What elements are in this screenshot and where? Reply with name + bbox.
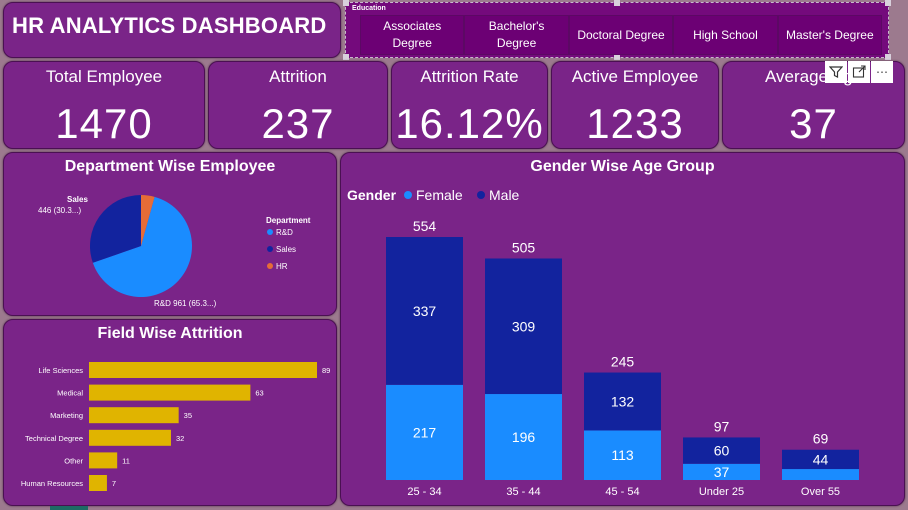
department-pie-panel: Department Wise Employee R&D 961 (65.3..… (3, 152, 337, 316)
resize-handle[interactable] (885, 54, 891, 60)
slicer-title: Education (352, 5, 386, 12)
bar (89, 362, 317, 378)
category-label: 35 - 44 (506, 486, 540, 498)
legend-marker (477, 191, 485, 199)
bar (89, 429, 171, 446)
data-label-female: 217 (413, 424, 437, 440)
data-label: 32 (176, 434, 184, 443)
data-label-male: 309 (512, 318, 536, 334)
category-label: Human Resources (21, 479, 83, 488)
resize-handle[interactable] (343, 0, 349, 6)
slicer-item-bachelors[interactable]: Bachelor's Degree (464, 15, 569, 55)
data-label-total: 505 (512, 239, 536, 255)
legend-item: Male (489, 187, 520, 203)
visual-toolbar: ⋯ (825, 61, 893, 83)
bar (89, 384, 251, 401)
kpi-value: 1233 (586, 100, 684, 147)
kpi-active-employee: Active Employee 1233 (551, 61, 719, 149)
pie-data-label: 446 (30.3...) (38, 206, 81, 215)
focus-mode-icon[interactable] (848, 61, 870, 83)
legend-marker (267, 229, 273, 235)
kpi-label: Total Employee (45, 67, 163, 86)
bar (89, 407, 179, 424)
kpi-value: 237 (261, 100, 335, 147)
category-label: Medical (57, 389, 83, 398)
category-label: Over 55 (801, 486, 840, 498)
legend-title: Department (266, 216, 311, 225)
data-label-total: 554 (413, 218, 437, 234)
pie-data-label: Sales (67, 195, 88, 204)
kpi-value: 37 (789, 100, 838, 147)
slicer-item-doctoral[interactable]: Doctoral Degree (568, 15, 674, 55)
data-label-male: 44 (813, 451, 829, 467)
data-label-total: 97 (714, 418, 730, 434)
data-label-female: 37 (714, 464, 730, 480)
kpi-label: Attrition (269, 67, 327, 86)
data-label-total: 245 (611, 354, 635, 370)
legend-marker (267, 246, 273, 252)
resize-handle[interactable] (885, 0, 891, 6)
kpi-value: 1470 (55, 100, 153, 147)
category-label: Marketing (50, 411, 83, 420)
kpi-label: Attrition Rate (420, 67, 519, 86)
legend-marker (404, 191, 412, 199)
legend-marker (267, 263, 273, 269)
kpi-attrition: Attrition 237 (208, 61, 388, 149)
category-label: Life Sciences (38, 366, 83, 375)
field-attrition-chart: Life Sciences 89 Medical 63 Marketing 35 Techn… (21, 362, 330, 491)
resize-handle[interactable] (343, 54, 349, 60)
category-label: 25 - 34 (407, 486, 441, 498)
legend-item: R&D (276, 228, 293, 237)
slicer-item-masters[interactable]: Master's Degree (777, 15, 883, 55)
legend-item: Female (416, 187, 463, 203)
filter-icon[interactable] (825, 61, 847, 83)
legend-title: Gender (347, 187, 397, 203)
data-label: 7 (112, 479, 116, 488)
data-label-male: 60 (714, 443, 730, 459)
gender-age-chart: Gender Female Male 217 337 554 25 - 34 196 309 50… (347, 187, 859, 498)
category-label: 45 - 54 (605, 486, 639, 498)
kpi-total-employee: Total Employee 1470 (3, 61, 205, 149)
category-label: Other (64, 456, 83, 465)
data-label: 11 (122, 456, 130, 465)
legend-item: Sales (276, 245, 296, 254)
more-options-icon[interactable]: ⋯ (871, 61, 893, 83)
resize-handle[interactable] (614, 0, 620, 6)
gender-age-panel: Gender Wise Age Group Gender Female Male 21… (340, 152, 905, 506)
dashboard-title: HR ANALYTICS DASHBOARD (12, 13, 327, 38)
kpi-attrition-rate: Attrition Rate 16.12% (391, 61, 548, 149)
bar (89, 475, 107, 491)
title-card: HR ANALYTICS DASHBOARD (3, 2, 341, 58)
data-label-male: 132 (611, 393, 635, 409)
data-label: 89 (322, 366, 330, 375)
category-label: Technical Degree (25, 434, 83, 443)
department-pie-chart: R&D 961 (65.3...) Sales 446 (30.3...) Depar… (38, 195, 311, 308)
legend-item: HR (276, 262, 288, 271)
kpi-value: 16.12% (395, 100, 544, 147)
slicer-item-associates[interactable]: Associates Degree (360, 15, 465, 55)
category-label: Under 25 (699, 486, 744, 498)
education-slicer[interactable]: Education Associates Degree Bachelor's D… (343, 0, 891, 60)
data-label-female: 113 (611, 447, 634, 463)
data-label: 63 (255, 389, 263, 398)
pie-data-label: R&D 961 (65.3...) (154, 299, 217, 308)
data-label-male: 337 (413, 303, 437, 319)
data-label: 35 (184, 411, 192, 420)
kpi-label: Active Employee (571, 67, 699, 86)
bar-female (782, 469, 859, 480)
slicer-item-high-school[interactable]: High School (673, 15, 778, 55)
data-label-female: 196 (512, 429, 536, 445)
data-label-total: 69 (813, 431, 829, 447)
field-attrition-panel: Field Wise Attrition Life Sciences 89 Medi… (3, 319, 337, 506)
page-tab-accent (50, 506, 88, 510)
bar (89, 452, 118, 469)
